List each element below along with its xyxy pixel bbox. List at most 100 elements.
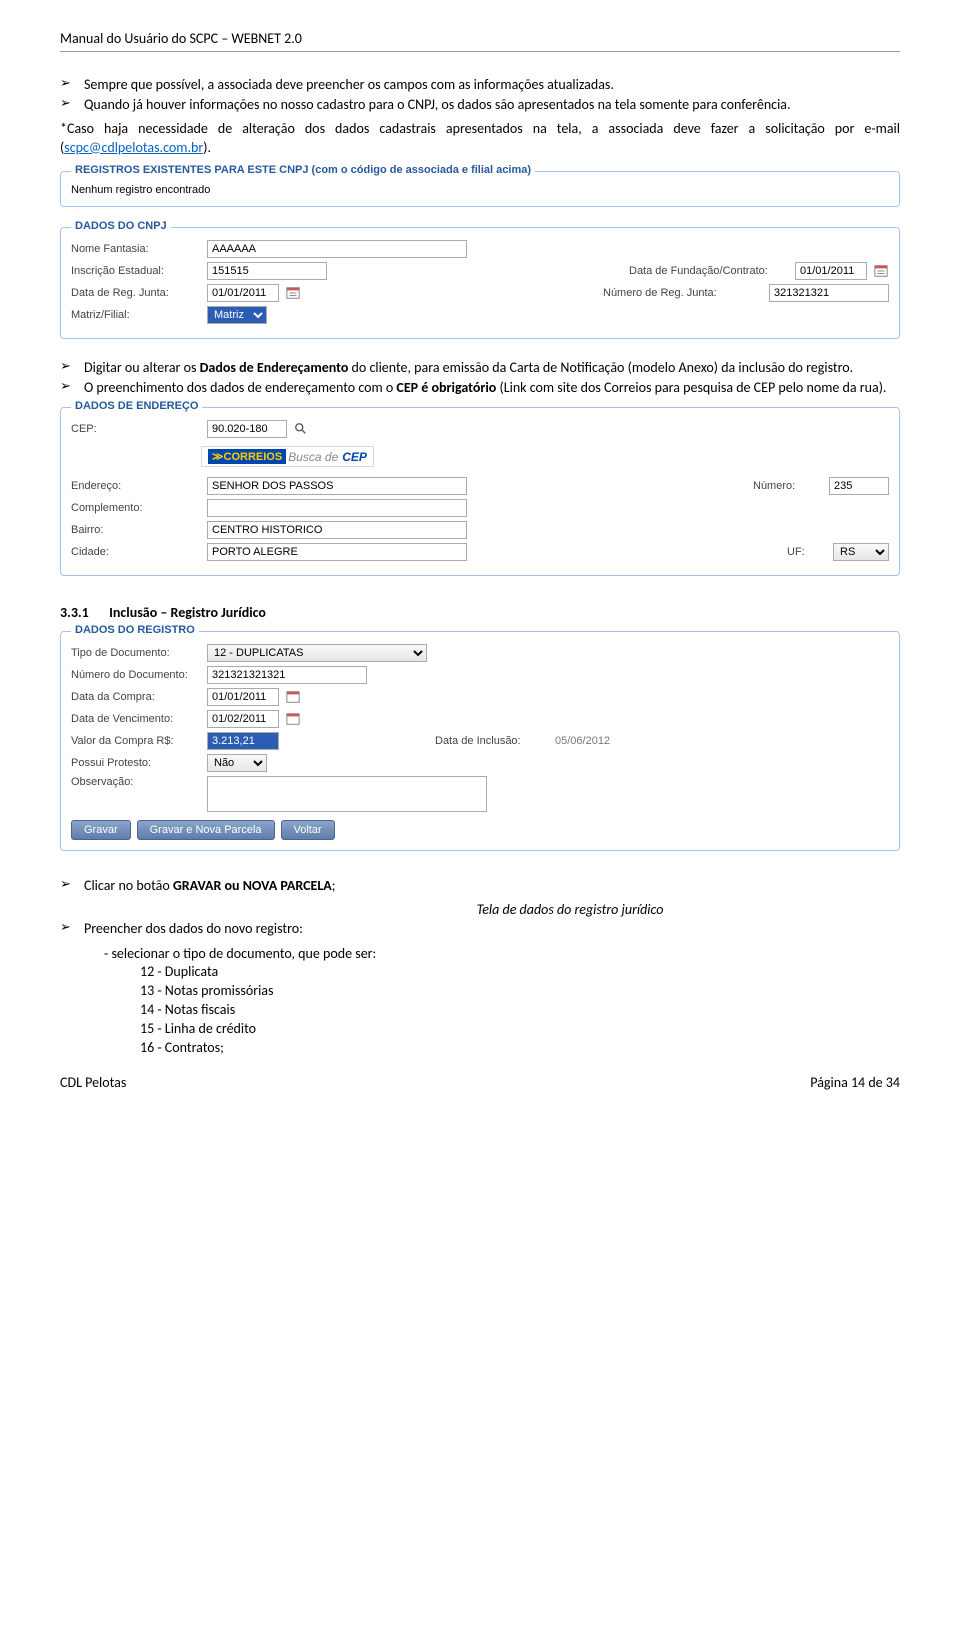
- figure-caption: Tela de dados do registro jurídico: [240, 901, 900, 918]
- mid-b1-bold: Dados de Endereçamento: [200, 359, 349, 376]
- input-cidade[interactable]: [207, 543, 467, 561]
- panel-cnpj-title: DADOS DO CNPJ: [71, 220, 171, 232]
- input-num-doc[interactable]: [207, 666, 367, 684]
- mid-b2-post: (Link com site dos Correios para pesquis…: [496, 379, 886, 396]
- label-num-reg-junta: Número de Reg. Junta:: [603, 287, 763, 299]
- input-data-inclusao: [551, 732, 623, 750]
- label-matriz-filial: Matriz/Filial:: [71, 309, 201, 321]
- page-header: Manual do Usuário do SCPC – WEBNET 2.0: [60, 0, 900, 52]
- section-number: 3.3.1: [60, 604, 106, 621]
- intro-note: *Caso haja necessidade de alteração dos …: [60, 120, 900, 156]
- panel-registros-body: Nenhum registro encontrado: [71, 184, 889, 196]
- input-data-venc[interactable]: [207, 710, 279, 728]
- select-protesto[interactable]: Não: [207, 754, 267, 772]
- label-num-doc: Número do Documento:: [71, 669, 201, 681]
- select-matriz-filial[interactable]: Matriz: [207, 306, 267, 324]
- panel-endereco-title: DADOS DE ENDEREÇO: [71, 400, 202, 412]
- end-b1-pre: Clicar no botão: [84, 877, 173, 894]
- gravar-button[interactable]: Gravar: [71, 820, 131, 840]
- end-bullet-1: Clicar no botão GRAVAR ou NOVA PARCELA;: [84, 877, 900, 895]
- mid-b1-pre: Digitar ou alterar os: [84, 359, 200, 376]
- label-inscricao-estadual: Inscrição Estadual:: [71, 265, 201, 277]
- calendar-icon[interactable]: [285, 689, 301, 705]
- label-complemento: Complemento:: [71, 502, 201, 514]
- panel-registro-title: DADOS DO REGISTRO: [71, 624, 199, 636]
- panel-registros-title: REGISTROS EXISTENTES PARA ESTE CNPJ (com…: [71, 164, 535, 176]
- intro-bullets: Sempre que possível, a associada deve pr…: [60, 76, 900, 114]
- textarea-observacao[interactable]: [207, 776, 487, 812]
- end-bullets-2: Preencher dos dados do novo registro:: [60, 920, 900, 938]
- select-tipo-doc[interactable]: 12 - DUPLICATAS: [207, 644, 427, 662]
- input-data-reg-junta[interactable]: [207, 284, 279, 302]
- gravar-nova-parcela-button[interactable]: Gravar e Nova Parcela: [137, 820, 275, 840]
- label-tipo-doc: Tipo de Documento:: [71, 647, 201, 659]
- input-num-reg-junta[interactable]: [769, 284, 889, 302]
- input-data-fundacao[interactable]: [795, 262, 867, 280]
- input-numero[interactable]: [829, 477, 889, 495]
- label-cidade: Cidade:: [71, 546, 201, 558]
- mid-bullet-2: O preenchimento dos dados de endereçamen…: [84, 379, 900, 397]
- calendar-icon[interactable]: [873, 263, 889, 279]
- sub-item-1: - selecionar o tipo de documento, que po…: [104, 945, 900, 964]
- doc-type-15: 15 - Linha de crédito: [140, 1020, 900, 1039]
- label-data-fundacao: Data de Fundação/Contrato:: [629, 265, 789, 277]
- label-valor-compra: Valor da Compra R$:: [71, 735, 201, 747]
- label-data-compra: Data da Compra:: [71, 691, 201, 703]
- footer-right: Página 14 de 34: [810, 1074, 900, 1091]
- label-cep: CEP:: [71, 423, 201, 435]
- mid-bullets: Digitar ou alterar os Dados de Endereçam…: [60, 359, 900, 397]
- input-nome-fantasia[interactable]: [207, 240, 467, 258]
- input-complemento[interactable]: [207, 499, 467, 517]
- label-uf: UF:: [787, 546, 827, 558]
- input-inscricao-estadual[interactable]: [207, 262, 327, 280]
- input-cep[interactable]: [207, 420, 287, 438]
- mid-b2-pre: O preenchimento dos dados de endereçamen…: [84, 379, 396, 396]
- doc-type-12: 12 - Duplicata: [140, 963, 900, 982]
- end-b1-post: ;: [332, 877, 336, 894]
- voltar-button[interactable]: Voltar: [281, 820, 335, 840]
- label-endereco: Endereço:: [71, 480, 201, 492]
- mid-b2-bold: CEP é obrigatório: [396, 379, 496, 396]
- input-endereco[interactable]: [207, 477, 467, 495]
- label-protesto: Possui Protesto:: [71, 757, 201, 769]
- section-heading: 3.3.1 Inclusão – Registro Jurídico: [60, 604, 900, 621]
- input-data-compra[interactable]: [207, 688, 279, 706]
- end-b1-bold: GRAVAR ou NOVA PARCELA: [173, 877, 332, 894]
- intro-bullet-1: Sempre que possível, a associada deve pr…: [84, 76, 900, 94]
- intro-bullet-2: Quando já houver informações no nosso ca…: [84, 96, 900, 114]
- panel-registros: REGISTROS EXISTENTES PARA ESTE CNPJ (com…: [60, 171, 900, 207]
- panel-cnpj: DADOS DO CNPJ Nome Fantasia: Inscrição E…: [60, 227, 900, 339]
- page-footer: CDL Pelotas Página 14 de 34: [60, 1074, 900, 1115]
- label-numero: Número:: [753, 480, 823, 492]
- intro-note-post: ).: [203, 139, 211, 156]
- section-title: Inclusão – Registro Jurídico: [109, 604, 266, 621]
- sub-list: - selecionar o tipo de documento, que po…: [60, 945, 900, 964]
- mid-b1-post: do cliente, para emissão da Carta de Not…: [348, 359, 853, 376]
- panel-registro: DADOS DO REGISTRO Tipo de Documento: 12 …: [60, 631, 900, 851]
- end-bullets: Clicar no botão GRAVAR ou NOVA PARCELA;: [60, 877, 900, 895]
- doc-type-13: 13 - Notas promissórias: [140, 982, 900, 1001]
- doc-type-16: 16 - Contratos;: [140, 1039, 900, 1058]
- footer-left: CDL Pelotas: [60, 1074, 126, 1091]
- label-data-inclusao: Data de Inclusão:: [435, 735, 545, 747]
- intro-note-link[interactable]: scpc@cdlpelotas.com.br: [64, 139, 203, 156]
- label-data-venc: Data de Vencimento:: [71, 713, 201, 725]
- correios-cep-text: CEP: [342, 450, 367, 464]
- mid-bullet-1: Digitar ou alterar os Dados de Endereçam…: [84, 359, 900, 377]
- correios-logo: ≫CORREIOS: [208, 449, 286, 464]
- label-data-reg-junta: Data de Reg. Junta:: [71, 287, 201, 299]
- correios-busca-text: Busca de: [288, 450, 338, 464]
- input-valor-compra[interactable]: [207, 732, 279, 750]
- label-nome-fantasia: Nome Fantasia:: [71, 243, 201, 255]
- label-bairro: Bairro:: [71, 524, 201, 536]
- label-observacao: Observação:: [71, 776, 201, 788]
- doc-type-14: 14 - Notas fiscais: [140, 1001, 900, 1020]
- search-icon[interactable]: [293, 421, 309, 437]
- doc-type-list: 12 - Duplicata 13 - Notas promissórias 1…: [60, 963, 900, 1057]
- input-bairro[interactable]: [207, 521, 467, 539]
- calendar-icon[interactable]: [285, 711, 301, 727]
- calendar-icon[interactable]: [285, 285, 301, 301]
- correios-link[interactable]: ≫CORREIOS Busca de CEP: [201, 446, 374, 467]
- select-uf[interactable]: RS: [833, 543, 889, 561]
- end-bullet-2: Preencher dos dados do novo registro:: [84, 920, 900, 938]
